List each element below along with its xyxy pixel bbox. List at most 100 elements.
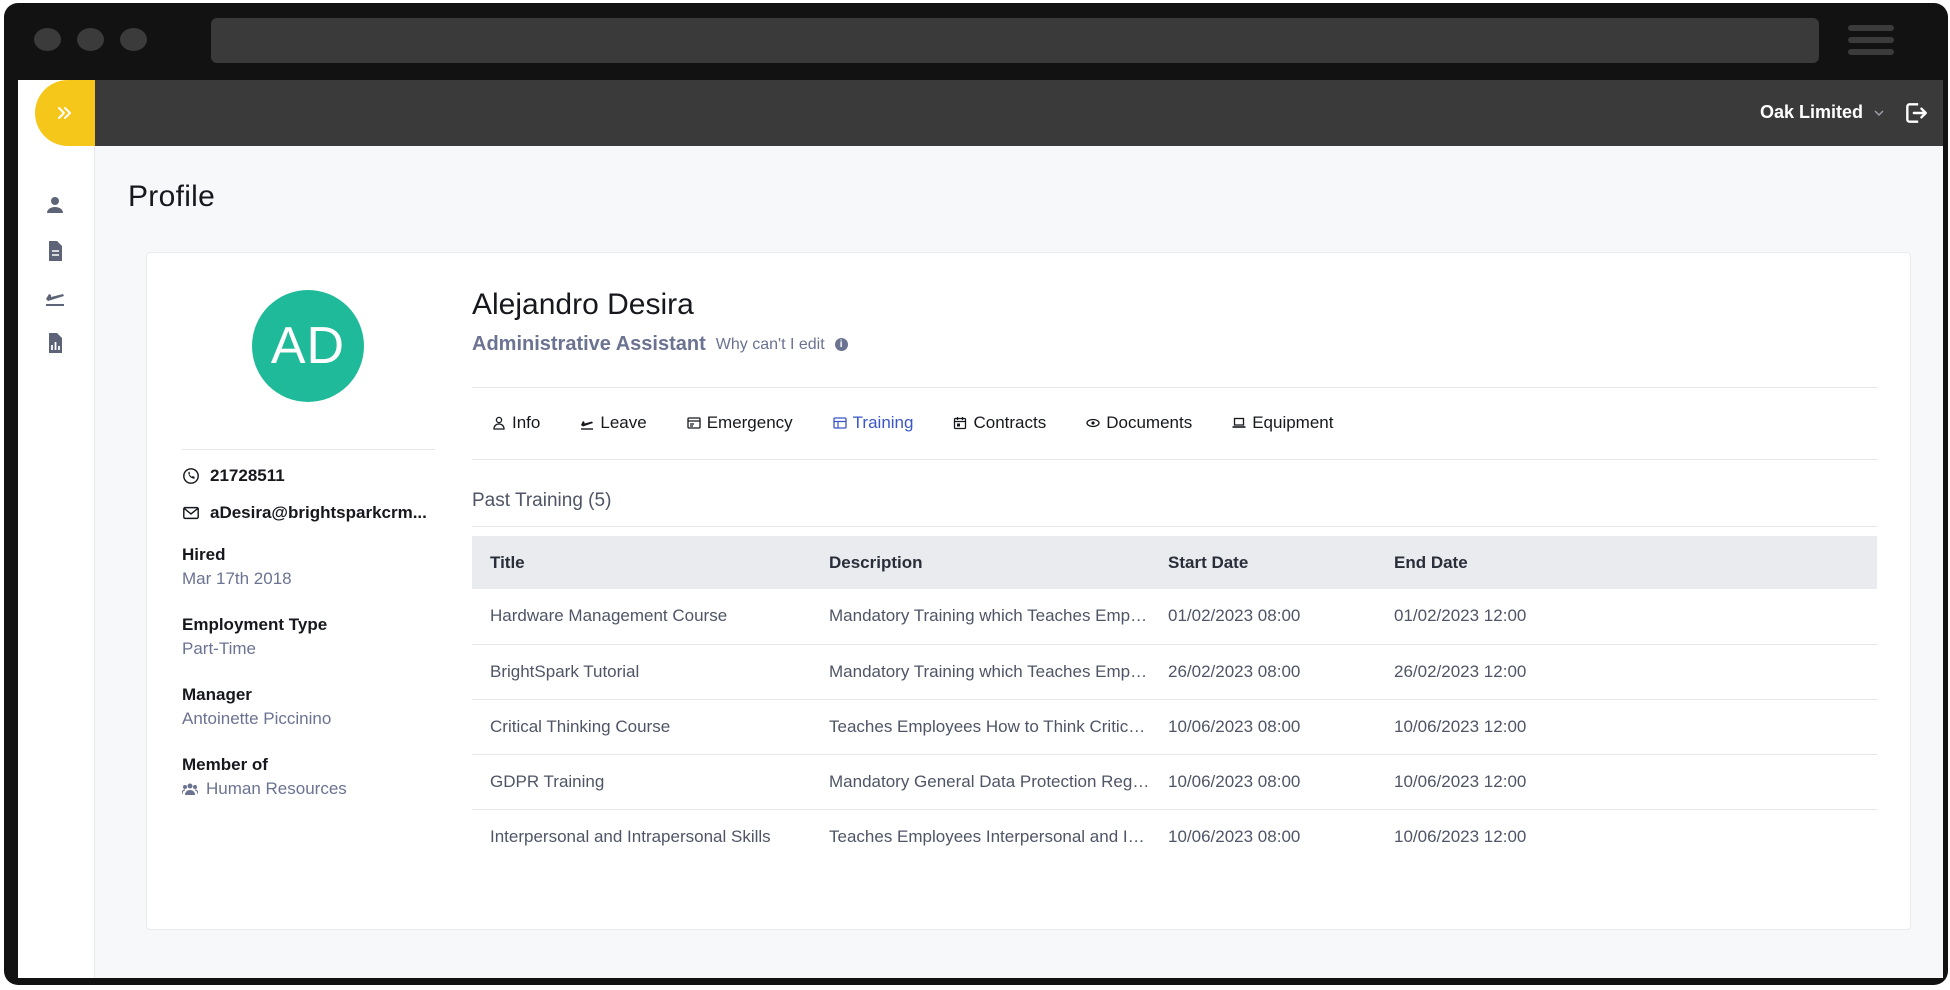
manager-label: Manager [182,685,252,704]
divider [472,387,1877,388]
cell-end-date: 26/02/2023 12:00 [1376,644,1877,700]
manager-value[interactable]: Antoinette Piccinino [182,709,331,729]
column-header-title[interactable]: Title [472,536,811,589]
tab-label: Equipment [1252,413,1334,432]
sidebar-document-icon[interactable] [43,239,67,263]
cell-start-date: 01/02/2023 08:00 [1150,589,1376,645]
divider [182,449,435,450]
column-header-description[interactable]: Description [811,536,1150,589]
cell-end-date: 10/06/2023 12:00 [1376,699,1877,755]
table-row[interactable]: Critical Thinking Course Teaches Employe… [472,699,1877,755]
eye-icon [1086,418,1100,428]
cell-description: Mandatory Training which Teaches Employe… [811,644,1150,700]
employment-type-value: Part-Time [182,639,256,658]
window-minimize-dot[interactable] [77,28,104,51]
company-selector[interactable]: Oak Limited [1760,102,1885,123]
sidebar-plane-departure-icon[interactable] [43,285,67,309]
laptop-icon [1232,417,1246,428]
top-bar: Oak Limited [95,80,1943,146]
address-bar[interactable] [211,18,1819,63]
chevron-down-icon [1874,109,1884,116]
app-viewport: Oak Limited Profile AD 21728511 aDesira@… [18,80,1943,978]
person-icon [493,416,505,430]
cell-description: Mandatory Training which Teaches Employe… [811,589,1150,645]
tab-training[interactable]: Training [813,403,934,443]
company-name: Oak Limited [1759,102,1863,122]
tab-label: Info [512,413,541,432]
tab-info[interactable]: Info [472,403,560,443]
table-row[interactable]: Hardware Management Course Mandatory Tra… [472,589,1877,645]
phone-number: 21728511 [210,466,285,485]
email-address: aDesira@brightsparkcrm... [210,503,427,522]
whatsapp-icon [183,468,199,484]
logout-icon[interactable] [1903,100,1929,126]
cell-start-date: 10/06/2023 08:00 [1150,699,1376,755]
sidebar-report-icon[interactable] [43,331,67,355]
browser-menu-icon[interactable] [1848,21,1894,59]
tab-label: Documents [1106,413,1193,432]
cell-title: Hardware Management Course [472,589,811,645]
why-cant-edit-link[interactable]: Why can't I edit [716,336,825,354]
mail-icon [183,506,199,520]
employee-role: Administrative Assistant [472,333,706,355]
member-of-value[interactable]: Human Resources [182,779,347,799]
cell-title: GDPR Training [472,754,811,810]
table-icon [833,417,847,429]
double-chevron-right-icon [58,107,71,119]
window-maximize-dot[interactable] [120,28,147,51]
tab-emergency[interactable]: Emergency [667,403,813,443]
profile-tabs: Info Leave Emergency Training Contracts … [472,403,1353,443]
role-row: Administrative Assistant Why can't I edi… [472,333,848,356]
id-card-icon [687,417,701,429]
sidebar-profile-icon[interactable] [43,193,67,217]
tab-label: Emergency [706,413,793,432]
cell-end-date: 10/06/2023 12:00 [1394,826,1527,846]
cell-description: Teaches Employees Interpersonal and Intr… [829,826,1150,846]
tab-leave[interactable]: Leave [560,403,666,443]
sidebar-expand-button[interactable] [35,80,95,146]
cell-start-date: 10/06/2023 08:00 [1168,826,1301,846]
training-table: Title Description Start Date End Date Ha… [472,536,1877,864]
divider [472,526,1877,527]
cell-title: Critical Thinking Course [472,699,811,755]
member-of-label: Member of [182,755,268,774]
avatar: AD [252,290,364,402]
window-close-dot[interactable] [34,28,61,51]
phone-contact[interactable]: 21728511 [182,466,285,486]
past-training-title: Past Training (5) [472,490,612,511]
tab-documents[interactable]: Documents [1066,403,1212,443]
profile-card: AD 21728511 aDesira@brightsparkcrm... Hi… [146,252,1911,930]
cell-start-date: 26/02/2023 08:00 [1150,644,1376,700]
hired-value: Mar 17th 2018 [182,569,292,588]
employee-name: Alejandro Desira [472,288,694,321]
group-icon [182,783,198,795]
table-row[interactable]: BrightSpark Tutorial Mandatory Training … [472,644,1877,700]
tab-label: Contracts [973,413,1047,432]
tab-contracts[interactable]: Contracts [933,403,1066,443]
cell-start-date: 10/06/2023 08:00 [1150,754,1376,810]
column-header-start-date[interactable]: Start Date [1150,536,1376,589]
browser-window: Oak Limited Profile AD 21728511 aDesira@… [4,3,1948,985]
hired-label: Hired [182,545,226,564]
table-header-row: Title Description Start Date End Date [472,536,1877,589]
cell-description: Teaches Employees How to Think Criticall… [811,699,1150,755]
page-title: Profile [128,180,216,213]
employment-type-label: Employment Type [182,615,328,634]
cell-title: Interpersonal and Intrapersonal Skills [490,826,771,846]
divider [472,459,1877,460]
tab-equipment[interactable]: Equipment [1212,403,1353,443]
info-icon[interactable]: i [834,338,848,351]
calendar-icon [954,417,967,430]
column-header-end-date[interactable]: End Date [1376,536,1877,589]
tab-label: Leave [600,413,647,432]
tab-label: Training [852,413,914,432]
plane-icon [581,421,594,430]
table-row[interactable]: Interpersonal and Intrapersonal Skills T… [472,809,1877,864]
table-row[interactable]: GDPR Training Mandatory General Data Pro… [472,754,1877,810]
sidebar [18,80,95,978]
email-contact[interactable]: aDesira@brightsparkcrm... [182,503,427,523]
cell-end-date: 01/02/2023 12:00 [1376,589,1877,645]
cell-end-date: 10/06/2023 12:00 [1376,754,1877,810]
cell-title: BrightSpark Tutorial [472,644,811,700]
member-of-team: Human Resources [206,779,347,798]
